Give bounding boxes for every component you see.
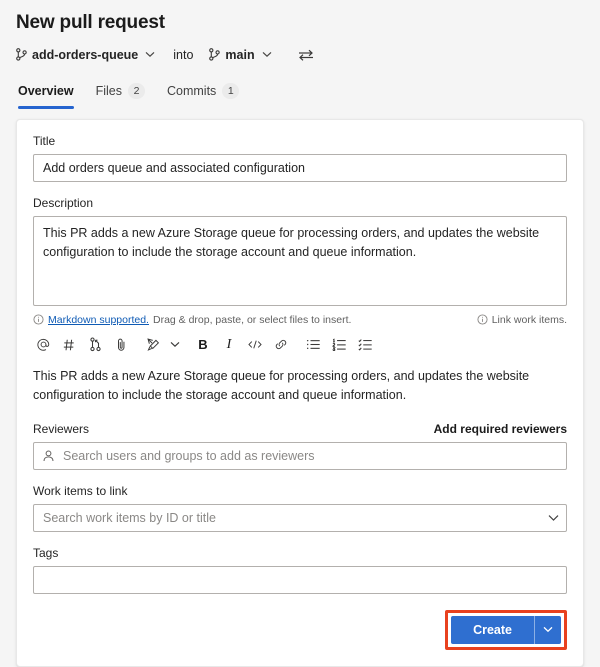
create-button-highlight: Create bbox=[445, 609, 567, 650]
source-branch-name: add-orders-queue bbox=[32, 47, 139, 62]
tab-files-badge: 2 bbox=[128, 83, 145, 100]
attach-icon[interactable] bbox=[109, 333, 133, 357]
work-items-input-wrapper bbox=[33, 503, 567, 532]
work-item-hash-icon[interactable] bbox=[57, 333, 81, 357]
bulleted-list-icon[interactable] bbox=[301, 333, 325, 357]
chevron-down-icon[interactable] bbox=[143, 48, 157, 62]
work-items-input[interactable] bbox=[33, 503, 567, 532]
reviewers-label: Reviewers bbox=[33, 421, 90, 436]
description-preview: This PR adds a new Azure Storage queue f… bbox=[33, 368, 530, 403]
chevron-down-icon[interactable] bbox=[548, 514, 559, 522]
tab-files-label: Files bbox=[95, 84, 122, 99]
italic-icon[interactable]: I bbox=[217, 333, 241, 357]
drag-drop-hint: Drag & drop, paste, or select files to i… bbox=[152, 313, 352, 326]
italic-glyph: I bbox=[226, 336, 232, 352]
markdown-toolbar: B I bbox=[31, 332, 567, 358]
tab-commits-label: Commits bbox=[167, 84, 217, 99]
description-label: Description bbox=[33, 195, 94, 210]
mention-icon[interactable] bbox=[31, 333, 55, 357]
bold-glyph: B bbox=[198, 337, 208, 353]
link-work-items-link[interactable]: Link work items. bbox=[477, 314, 567, 326]
tab-commits-badge: 1 bbox=[222, 83, 240, 100]
tags-label: Tags bbox=[33, 545, 59, 560]
title-label: Title bbox=[33, 133, 56, 148]
tab-commits[interactable]: Commits 1 bbox=[167, 81, 240, 107]
reviewers-input[interactable] bbox=[33, 441, 567, 470]
pull-request-form-card: Title Description Markdown supported. Dr… bbox=[16, 118, 584, 667]
target-branch-selector[interactable]: main bbox=[209, 48, 273, 62]
page-title: New pull request bbox=[16, 12, 165, 33]
source-branch-selector[interactable]: add-orders-queue bbox=[16, 48, 157, 62]
description-textarea[interactable] bbox=[33, 215, 567, 306]
info-icon bbox=[477, 314, 488, 325]
pull-request-icon[interactable] bbox=[83, 333, 107, 357]
markdown-helper: Markdown supported. Drag & drop, paste, … bbox=[33, 314, 351, 326]
create-button[interactable]: Create bbox=[451, 616, 534, 644]
tab-overview-label: Overview bbox=[18, 84, 74, 99]
code-icon[interactable] bbox=[243, 333, 267, 357]
work-items-field-group: Work items to link bbox=[33, 484, 567, 532]
work-items-label: Work items to link bbox=[33, 483, 128, 498]
markdown-supported-link[interactable]: Markdown supported. bbox=[48, 314, 149, 326]
link-work-items-label: Link work items. bbox=[491, 313, 567, 326]
link-icon[interactable] bbox=[269, 333, 293, 357]
chevron-down-icon[interactable] bbox=[260, 48, 274, 62]
bold-icon[interactable]: B bbox=[191, 333, 215, 357]
title-input[interactable] bbox=[33, 153, 567, 182]
info-icon bbox=[33, 314, 44, 325]
branch-icon bbox=[209, 48, 221, 61]
title-field-group: Title bbox=[33, 134, 567, 182]
reviewers-field-group: Reviewers Add required reviewers bbox=[33, 422, 567, 470]
highlight-icon[interactable] bbox=[141, 333, 165, 357]
card-footer: Create bbox=[33, 609, 567, 650]
branch-selector-row: add-orders-queue into main bbox=[16, 45, 584, 65]
chevron-down-icon[interactable] bbox=[535, 616, 561, 644]
reviewers-input-wrapper bbox=[33, 441, 567, 470]
description-field-group: Description bbox=[33, 196, 567, 309]
page-header: New pull request add-orders-queue into m… bbox=[0, 0, 600, 109]
swap-branches-icon[interactable] bbox=[298, 49, 314, 61]
tab-overview[interactable]: Overview bbox=[18, 81, 74, 109]
add-required-reviewers-link[interactable]: Add required reviewers bbox=[434, 422, 567, 436]
create-split-button: Create bbox=[451, 615, 561, 644]
task-list-icon[interactable] bbox=[353, 333, 377, 357]
into-label: into bbox=[173, 47, 194, 62]
tab-files[interactable]: Files 2 bbox=[96, 81, 145, 107]
tags-input[interactable] bbox=[33, 565, 567, 594]
branch-icon bbox=[16, 48, 27, 61]
target-branch-name: main bbox=[225, 47, 255, 62]
pr-tabs: Overview Files 2 Commits 1 bbox=[16, 79, 584, 109]
numbered-list-icon[interactable] bbox=[327, 333, 351, 357]
description-helper-row: Markdown supported. Drag & drop, paste, … bbox=[33, 314, 567, 326]
tags-field-group: Tags bbox=[33, 546, 567, 594]
reviewers-label-row: Reviewers Add required reviewers bbox=[33, 422, 567, 436]
chevron-down-icon[interactable] bbox=[167, 333, 183, 357]
